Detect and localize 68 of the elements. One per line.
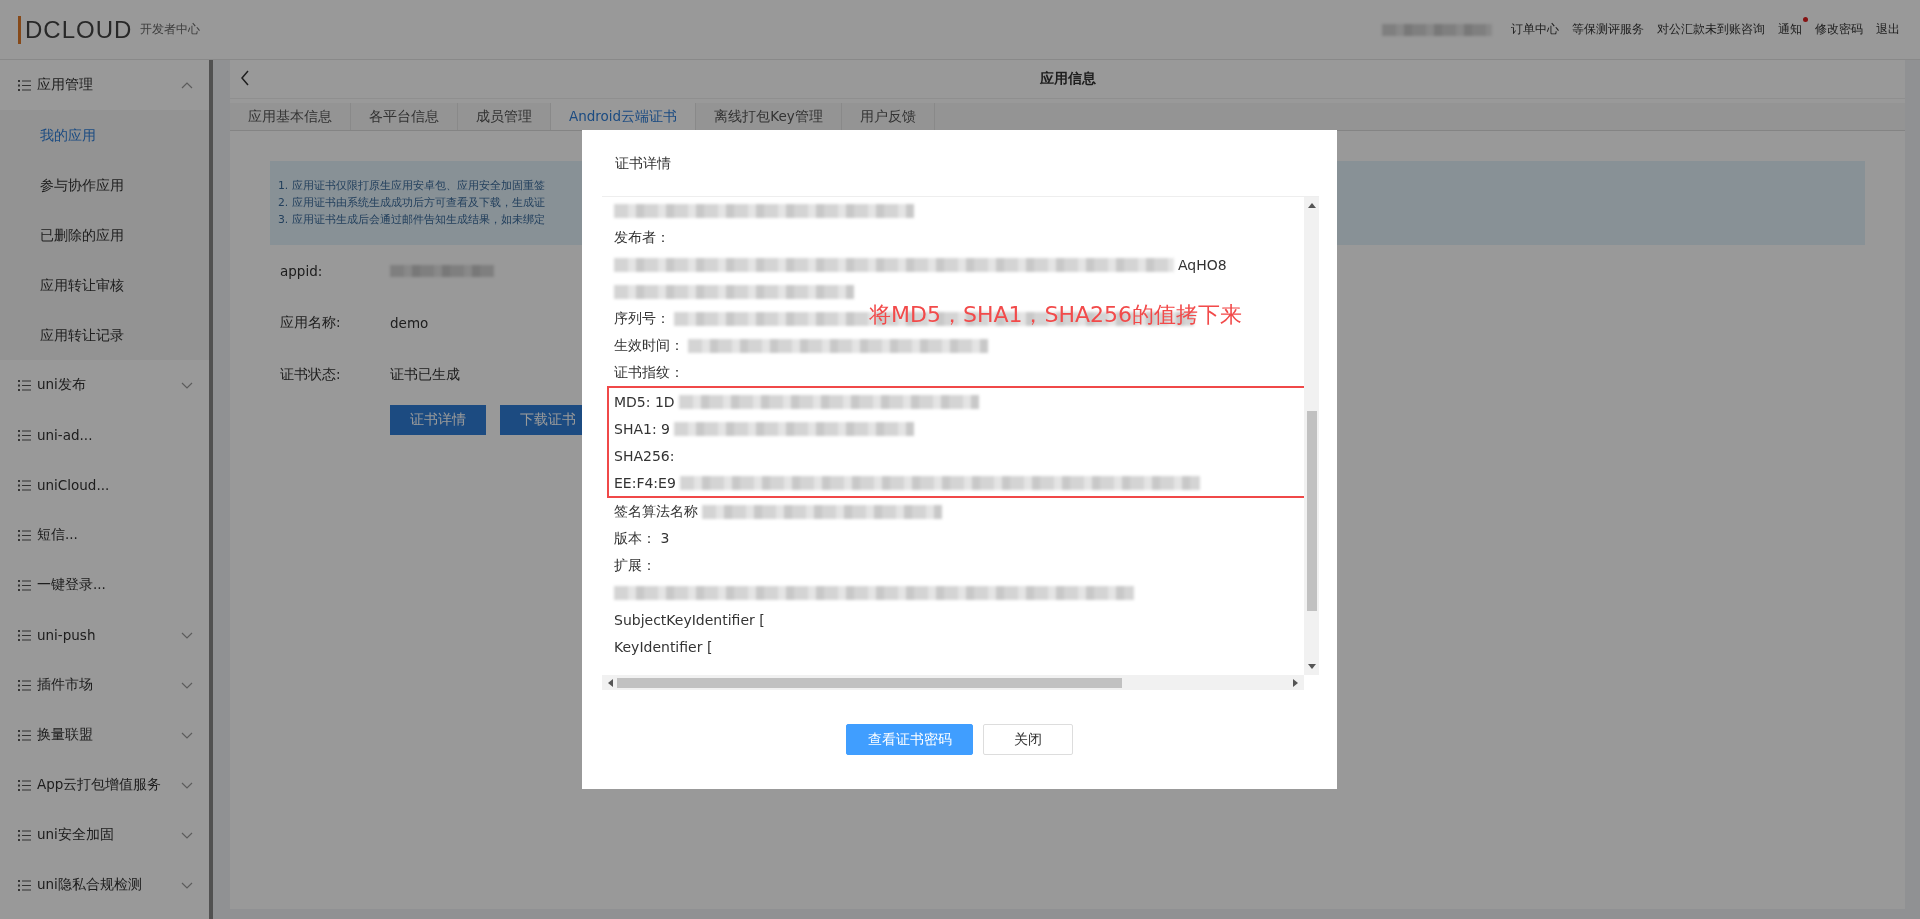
tab[interactable]: Android云端证书 bbox=[551, 103, 697, 130]
scroll-thumb[interactable] bbox=[1306, 411, 1317, 611]
detail-text: SHA256: bbox=[614, 447, 675, 464]
notice-text: 3. 应用证书生成后会通过邮件告知生成结果，如未绑定 bbox=[278, 213, 545, 227]
detail-text: 签名算法名称 bbox=[614, 502, 698, 521]
chevron-icon bbox=[181, 381, 193, 389]
field-value: 证书已生成 bbox=[390, 366, 460, 384]
chevron-icon bbox=[181, 681, 193, 689]
list-icon bbox=[18, 579, 31, 591]
scroll-up-icon[interactable] bbox=[1307, 203, 1316, 208]
detail-text: 发布者： bbox=[614, 228, 670, 247]
dialog-title: 证书详情 bbox=[602, 130, 1319, 197]
field-label: 应用名称: bbox=[280, 314, 342, 332]
list-icon bbox=[18, 529, 31, 541]
detail-text: SHA1: 9 bbox=[614, 420, 670, 437]
detail-text: KeyIdentifier [ bbox=[614, 638, 713, 655]
notice-text: 2. 应用证书由系统生成成功后方可查看及下载，生成证 bbox=[278, 196, 545, 210]
back-icon[interactable] bbox=[240, 70, 250, 86]
header-link[interactable]: 修改密码 bbox=[1815, 22, 1863, 36]
detail-text: SubjectKeyIdentifier [ bbox=[614, 611, 765, 628]
list-icon bbox=[18, 879, 31, 891]
list-icon bbox=[18, 479, 31, 491]
chevron-icon bbox=[181, 631, 193, 639]
notice-text: 1. 应用证书仅限打原生应用安卓包、应用安全加固重签 bbox=[278, 179, 545, 193]
action-button[interactable]: 证书详情 bbox=[390, 405, 486, 435]
detail-text: AqHO8 bbox=[1178, 256, 1227, 273]
field-label: appid: bbox=[280, 263, 324, 279]
annotation-text: 将MD5，SHA1，SHA256的值拷下来 bbox=[869, 301, 1243, 329]
tab[interactable]: 应用基本信息 bbox=[230, 103, 351, 130]
list-icon bbox=[18, 679, 31, 691]
list-icon bbox=[18, 379, 31, 391]
scroll-right-icon[interactable] bbox=[1293, 678, 1298, 687]
header-link[interactable]: 退出 bbox=[1876, 22, 1900, 36]
detail-text: 序列号： bbox=[614, 309, 670, 328]
chevron-icon bbox=[181, 881, 193, 889]
site-subtitle: 开发者中心 bbox=[140, 21, 201, 38]
header-link[interactable]: 通知 bbox=[1778, 22, 1802, 36]
scrollbar[interactable] bbox=[209, 60, 213, 919]
logo[interactable]: DCLOUD bbox=[18, 15, 133, 44]
scroll-down-icon[interactable] bbox=[1307, 664, 1316, 669]
scroll-thumb[interactable] bbox=[617, 677, 1122, 688]
list-icon bbox=[18, 829, 31, 841]
vertical-scrollbar[interactable] bbox=[1304, 197, 1319, 675]
horizontal-scrollbar[interactable] bbox=[602, 675, 1304, 690]
header-link[interactable]: 等保测评服务 bbox=[1572, 22, 1644, 36]
chevron-icon bbox=[181, 731, 193, 739]
detail-text: 证书指纹： bbox=[614, 363, 684, 382]
list-icon bbox=[18, 629, 31, 641]
header-link[interactable]: 订单中心 bbox=[1511, 22, 1559, 36]
field-value: demo bbox=[390, 315, 429, 331]
list-icon bbox=[18, 429, 31, 441]
tab[interactable]: 各平台信息 bbox=[351, 103, 458, 130]
dialog-button[interactable]: 关闭 bbox=[983, 724, 1073, 755]
chevron-icon bbox=[181, 831, 193, 839]
chevron-icon bbox=[181, 81, 193, 89]
page-title: 应用信息 bbox=[1039, 70, 1096, 88]
list-icon bbox=[18, 779, 31, 791]
list-icon bbox=[18, 79, 31, 91]
detail-text: MD5: 1D bbox=[614, 393, 675, 410]
detail-text: 扩展： bbox=[614, 556, 656, 575]
chevron-icon bbox=[181, 781, 193, 789]
detail-text: EE:F4:E9 bbox=[614, 474, 676, 491]
scroll-left-icon[interactable] bbox=[608, 678, 613, 687]
list-icon bbox=[18, 729, 31, 741]
detail-text: 生效时间： bbox=[614, 336, 684, 355]
detail-text: 版本： 3 bbox=[614, 529, 670, 548]
field-label: 证书状态: bbox=[280, 366, 342, 384]
header-link[interactable]: 对公汇款未到账咨询 bbox=[1657, 22, 1765, 36]
